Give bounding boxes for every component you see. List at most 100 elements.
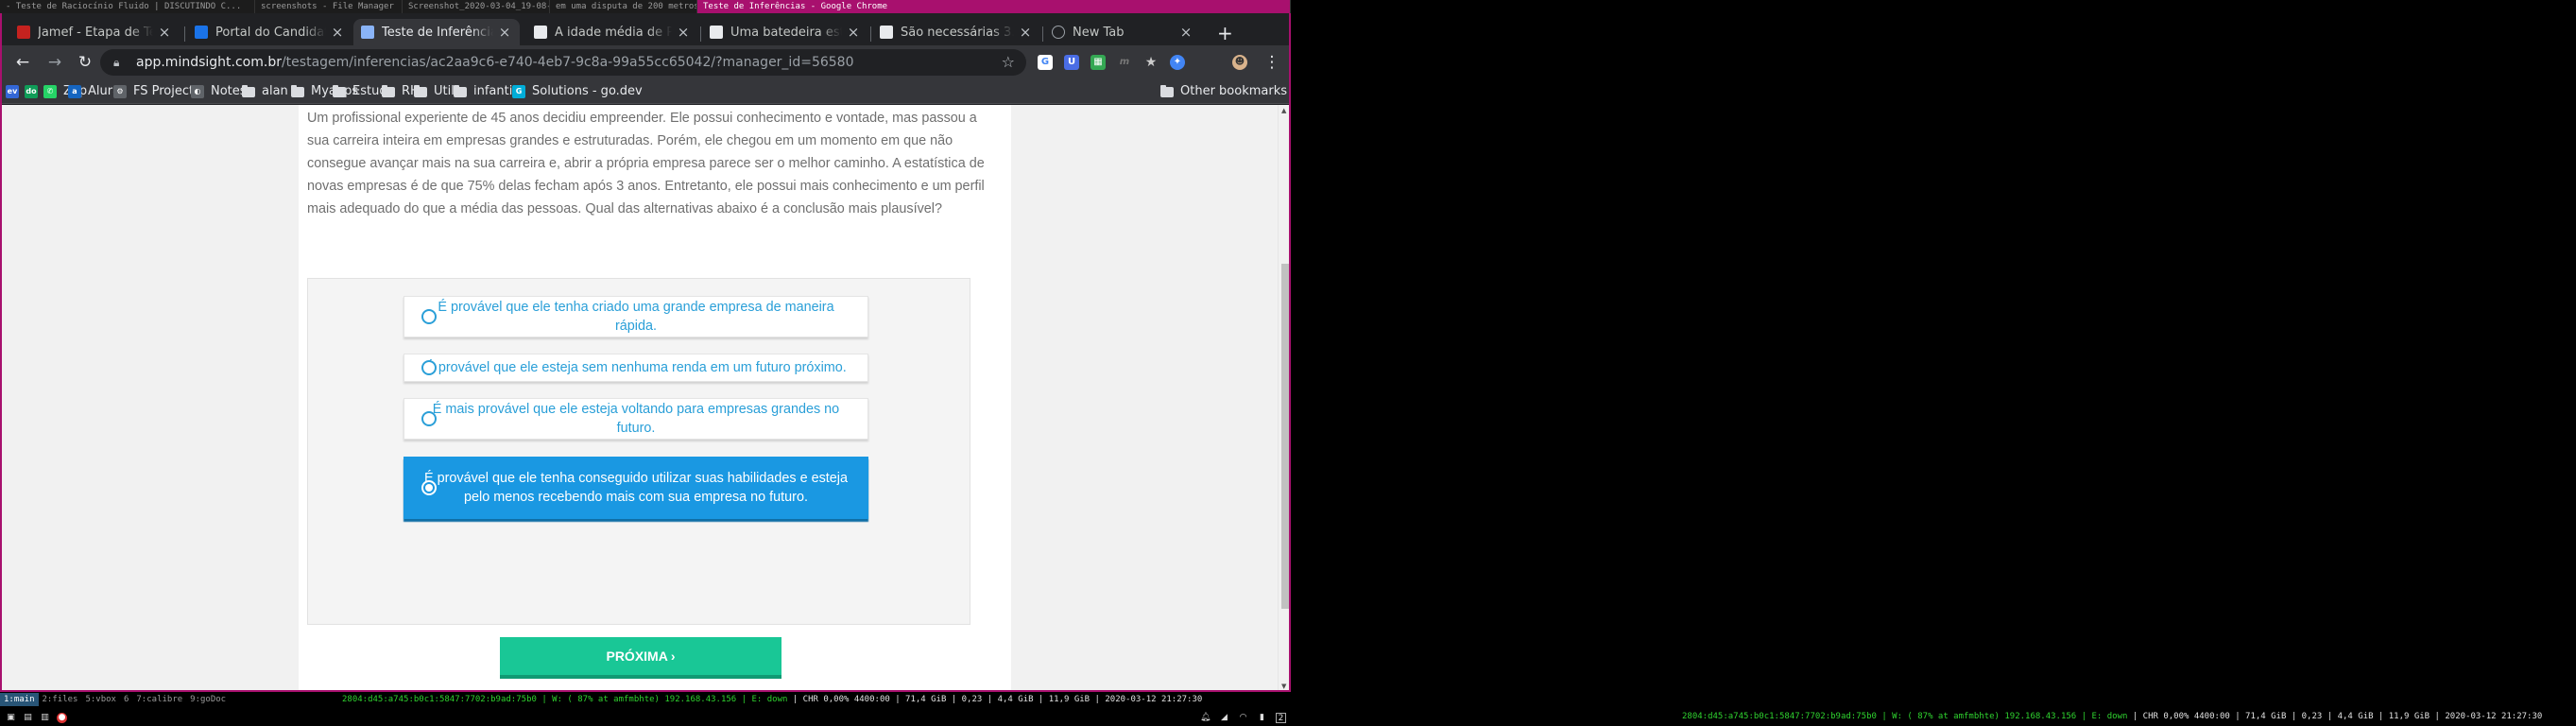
workspace-1[interactable]: 1:main bbox=[0, 693, 39, 706]
status-network: 2804:d45:a745:b0c1:5847:7702:b9ad:75b0 |… bbox=[342, 695, 788, 704]
tab-portal-candidato[interactable]: Portal do Candidato × bbox=[187, 19, 352, 45]
forward-button[interactable]: → bbox=[43, 52, 66, 73]
status-network: 2804:d45:a745:b0c1:5847:7702:b9ad:75b0 |… bbox=[1682, 712, 2128, 721]
tab-teste-inferencias[interactable]: Teste de Inferências × bbox=[353, 19, 520, 45]
answer-option-text: É provável que ele tenha conseguido util… bbox=[423, 471, 848, 505]
chrome-window: Jamef - Etapa de Testes × Portal do Cand… bbox=[0, 13, 1291, 692]
close-icon[interactable]: × bbox=[497, 24, 512, 41]
back-button[interactable]: ← bbox=[11, 52, 34, 73]
close-icon[interactable]: × bbox=[676, 24, 691, 41]
wm-window-title[interactable]: - Teste de Raciocínio Fluido | DISCUTIND… bbox=[0, 0, 255, 13]
question-text: Um profissional experiente de 45 anos de… bbox=[307, 111, 985, 216]
scroll-up-arrow-icon[interactable]: ▲ bbox=[1281, 107, 1286, 114]
tab-title: A idade média de P... bbox=[555, 25, 672, 40]
close-icon[interactable]: × bbox=[157, 24, 172, 41]
swirl-icon[interactable]: ✦ bbox=[1170, 55, 1185, 70]
ev-icon: ev bbox=[6, 85, 19, 98]
radio-button[interactable] bbox=[421, 411, 437, 426]
bookmark-notes[interactable]: ◐ Notes bbox=[191, 83, 247, 100]
status-system: | CHR 0,00% 4400:00 | 71,4 GiB | 0,23 | … bbox=[2132, 712, 2543, 721]
chevron-right-icon: › bbox=[670, 648, 676, 664]
browser-toolbar: ← → ↻ 🔒︎ app.mindsight.com.br/testagem/i… bbox=[2, 45, 1289, 79]
answer-option-3[interactable]: É mais provável que ele esteja voltando … bbox=[404, 398, 868, 440]
close-icon[interactable]: × bbox=[846, 24, 861, 41]
alura-icon: a bbox=[68, 85, 81, 98]
answer-option-1[interactable]: É provável que ele tenha criado uma gran… bbox=[404, 296, 868, 337]
status-right: 2804:d45:a745:b0c1:5847:7702:b9ad:75b0 |… bbox=[1682, 710, 2542, 723]
folder-icon bbox=[454, 84, 467, 97]
answer-option-4[interactable]: É provável que ele tenha conseguido util… bbox=[404, 457, 868, 519]
whatsapp-icon: ✆ bbox=[43, 85, 57, 98]
chrome-icon[interactable]: ● bbox=[57, 713, 67, 723]
files-icon[interactable]: ▥ bbox=[40, 713, 50, 723]
scroll-down-arrow-icon[interactable]: ▼ bbox=[1281, 683, 1286, 690]
wm-window-title[interactable]: em uma disputa de 200 metros rasos entre… bbox=[550, 0, 697, 13]
answer-options-panel: É provável que ele tenha criado uma gran… bbox=[307, 278, 970, 625]
star-extension-icon[interactable]: ★ bbox=[1143, 55, 1159, 70]
godev-icon: G bbox=[512, 85, 525, 98]
radio-button[interactable] bbox=[421, 360, 437, 375]
page-scrollbar[interactable]: ▲ ▼ bbox=[1278, 105, 1289, 690]
tab-new-tab[interactable]: New Tab × bbox=[1044, 19, 1201, 45]
address-bar[interactable]: 🔒︎ app.mindsight.com.br/testagem/inferen… bbox=[100, 49, 1026, 76]
wifi-icon[interactable]: ◠ bbox=[1238, 713, 1248, 723]
bookmark-solutions-go-dev[interactable]: G Solutions - go.dev bbox=[512, 83, 643, 100]
close-icon[interactable]: × bbox=[1178, 24, 1194, 41]
tab-title: Jamef - Etapa de Testes bbox=[38, 25, 153, 40]
tab-title: New Tab bbox=[1073, 25, 1125, 40]
avatar[interactable]: ☻ bbox=[1232, 55, 1247, 70]
gear-icon: ⚙ bbox=[113, 85, 127, 98]
wm-window-title-active[interactable]: Teste de Inferências - Google Chrome bbox=[697, 0, 1291, 13]
workspace-4[interactable]: 6 bbox=[120, 693, 132, 706]
tab-title: Teste de Inferências bbox=[382, 25, 493, 40]
google-icon[interactable]: G bbox=[1038, 55, 1053, 70]
tab-batedeira[interactable]: Uma batedeira esta... × bbox=[702, 19, 868, 45]
notes-icon: ◐ bbox=[191, 85, 204, 98]
scrollbar-thumb[interactable] bbox=[1281, 264, 1289, 609]
workspace-6[interactable]: 9:goDoc bbox=[186, 693, 230, 706]
new-tab-button[interactable]: + bbox=[1217, 24, 1233, 43]
portal-icon bbox=[195, 26, 208, 39]
page-viewport: Um profissional experiente de 45 anos de… bbox=[2, 105, 1278, 690]
tab-title: Uma batedeira esta... bbox=[730, 25, 842, 40]
workspace-3[interactable]: 5:vbox bbox=[81, 693, 120, 706]
menu-kebab-icon[interactable]: ⋮ bbox=[1261, 52, 1283, 73]
wm-window-title[interactable]: screenshots - File Manager bbox=[255, 0, 403, 13]
wm-window-title[interactable]: Screenshot_2020-03-04_19-08-38.png - 272… bbox=[403, 0, 550, 13]
extension-icon[interactable]: ▦ bbox=[1091, 55, 1106, 70]
radio-button-selected[interactable] bbox=[421, 480, 437, 495]
workspace-2[interactable]: 2:files bbox=[39, 693, 82, 706]
bookmark-alura[interactable]: a Alura bbox=[68, 83, 120, 100]
volume-icon[interactable]: ◢ bbox=[1219, 713, 1229, 723]
tab-sao-necessarias[interactable]: São necessárias 3.2... × bbox=[872, 19, 1040, 45]
bookmark-alan[interactable]: alan bbox=[242, 83, 288, 100]
answer-option-2[interactable]: É provável que ele esteja sem nenhuma re… bbox=[404, 354, 868, 382]
document-icon bbox=[534, 26, 547, 39]
bookmark-do[interactable]: do bbox=[25, 83, 44, 100]
close-icon[interactable]: × bbox=[1018, 24, 1033, 41]
radio-button[interactable] bbox=[421, 309, 437, 324]
window-icon[interactable]: ▤ bbox=[23, 713, 33, 723]
bookmark-util[interactable]: Util bbox=[414, 83, 455, 100]
bell-icon[interactable]: 🔔︎ bbox=[1200, 713, 1211, 723]
tab-jamef[interactable]: Jamef - Etapa de Testes × bbox=[9, 19, 180, 45]
workspace-indicator-icon[interactable]: 2 bbox=[1276, 713, 1286, 723]
bookmark-ev[interactable]: ev bbox=[6, 83, 26, 100]
document-icon bbox=[710, 26, 723, 39]
workspace-5[interactable]: 7:calibre bbox=[132, 693, 186, 706]
terminal-icon[interactable]: ▣ bbox=[6, 713, 16, 723]
shield-icon[interactable]: U bbox=[1064, 55, 1079, 70]
folder-icon bbox=[382, 84, 395, 97]
next-button[interactable]: PRÓXIMA › bbox=[500, 637, 781, 679]
close-icon[interactable]: × bbox=[330, 24, 345, 41]
m-extension-icon[interactable]: m bbox=[1117, 55, 1132, 70]
bookmark-infantil[interactable]: infantil bbox=[454, 83, 516, 100]
reload-button[interactable]: ↻ bbox=[74, 52, 96, 73]
bookmark-star-icon[interactable]: ☆ bbox=[1002, 49, 1015, 76]
bookmark-fs-projects[interactable]: ⚙ FS Projects bbox=[113, 83, 200, 100]
battery-icon[interactable]: ▮ bbox=[1257, 713, 1267, 723]
tab-idade-media[interactable]: A idade média de P... × bbox=[526, 19, 698, 45]
folder-icon bbox=[1160, 84, 1174, 97]
folder-icon bbox=[414, 84, 427, 97]
other-bookmarks[interactable]: Other bookmarks bbox=[1160, 83, 1287, 100]
